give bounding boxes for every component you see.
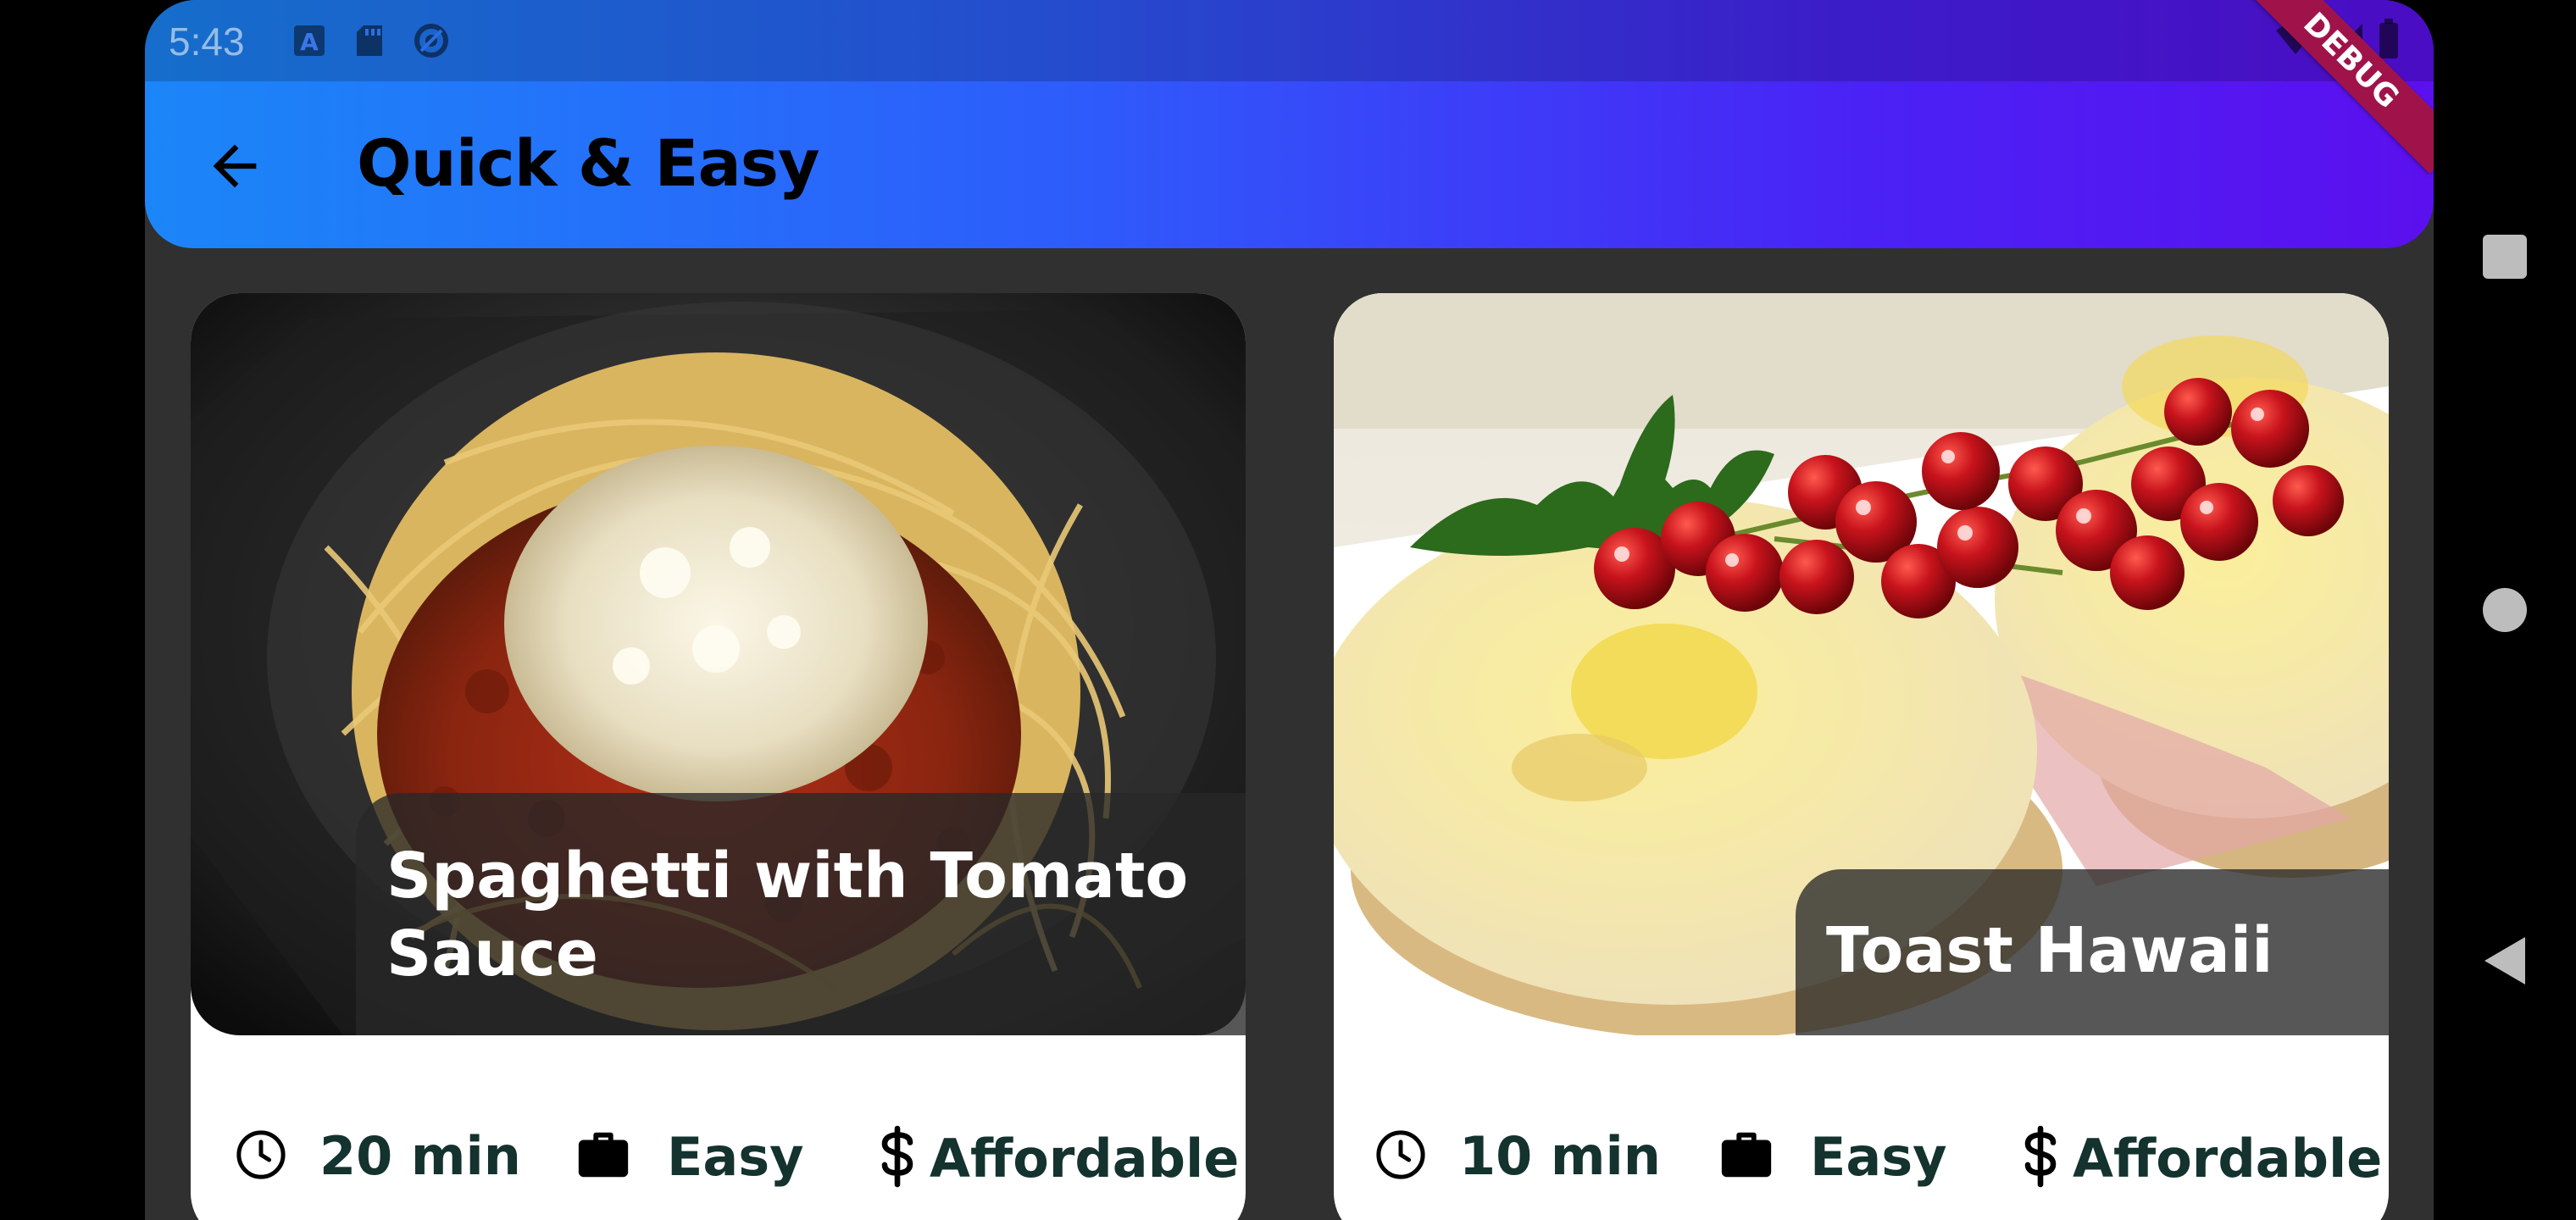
battery-icon	[2378, 19, 2400, 63]
meal-card-spaghetti[interactable]: Spaghetti with Tomato Sauce 20 min Easy	[191, 293, 1246, 1220]
arrow-left-icon	[203, 134, 267, 202]
home-button[interactable]	[2434, 586, 2576, 637]
complexity-info: Easy	[572, 1125, 804, 1188]
briefcase-icon	[572, 1125, 635, 1188]
duration-info: 10 min	[1373, 1125, 1661, 1187]
complexity-text: Easy	[1810, 1125, 1947, 1188]
square-icon	[2481, 233, 2529, 284]
recents-button[interactable]	[2434, 233, 2576, 284]
back-nav-button[interactable]	[2434, 935, 2576, 990]
meal-card-toast-hawaii[interactable]: Toast Hawaii 10 min Easy Affordable	[1334, 293, 2389, 1220]
affordability-info: Affordable	[877, 1125, 1239, 1191]
affordability-info: Affordable	[2020, 1125, 2382, 1191]
dollar-icon	[2020, 1125, 2061, 1191]
device-frame: 5:43 A Quick & Easy DEBUG Spaghetti with…	[0, 0, 2576, 1220]
status-bar: 5:43 A	[145, 0, 2434, 81]
meal-title: Toast Hawaii	[1796, 869, 2389, 1035]
text-a-icon: A	[291, 22, 328, 59]
back-button[interactable]	[192, 125, 277, 210]
app-bar: 5:43 A Quick & Easy	[145, 0, 2434, 248]
meal-title: Spaghetti with Tomato Sauce	[356, 793, 1246, 1035]
complexity-text: Easy	[667, 1125, 804, 1188]
app-screen: 5:43 A Quick & Easy DEBUG Spaghetti with…	[145, 0, 2434, 1220]
dollar-icon	[877, 1125, 918, 1191]
svg-text:A: A	[300, 28, 319, 56]
system-nav-bar	[2434, 0, 2576, 1220]
briefcase-icon	[1715, 1125, 1778, 1188]
circle-icon	[2481, 586, 2529, 637]
status-time: 5:43	[169, 19, 245, 64]
triangle-back-icon	[2481, 935, 2529, 990]
affordability-text: Affordable	[930, 1127, 1240, 1190]
clock-icon	[233, 1127, 289, 1186]
duration-text: 10 min	[1459, 1125, 1661, 1187]
sd-card-icon	[352, 22, 389, 59]
duration-text: 20 min	[319, 1125, 521, 1187]
clock-icon	[1373, 1127, 1429, 1186]
meal-meta-row: 10 min Easy Affordable	[1334, 1035, 2389, 1220]
complexity-info: Easy	[1715, 1125, 1947, 1188]
meal-meta-row: 20 min Easy Affordable	[191, 1035, 1246, 1220]
affordability-text: Affordable	[2073, 1127, 2383, 1190]
page-title: Quick & Easy	[357, 125, 820, 201]
duration-info: 20 min	[233, 1125, 521, 1187]
sync-icon	[413, 22, 450, 59]
